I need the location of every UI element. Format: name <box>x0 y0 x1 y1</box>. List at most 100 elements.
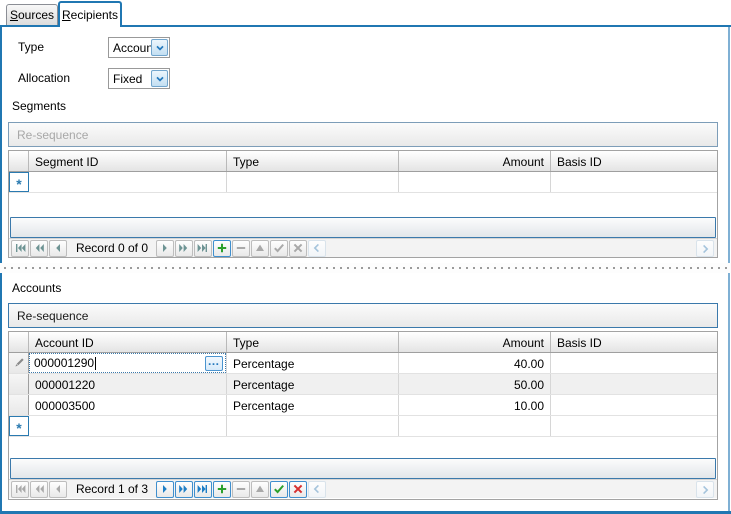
allocation-combobox[interactable]: Fixed <box>108 68 170 89</box>
account-id-editor-value: 000001290 <box>34 356 94 370</box>
accounts-new-row-basis-cell[interactable] <box>551 416 717 436</box>
segments-grid: Segment ID Type Amount Basis ID * Record… <box>8 150 718 258</box>
table-row[interactable]: 000003500 Percentage 10.00 <box>9 395 717 416</box>
type-cell[interactable]: Percentage <box>227 395 399 415</box>
scroll-left-button[interactable] <box>308 481 326 498</box>
accounts-resequence-label: Re-sequence <box>17 309 88 323</box>
row-selector[interactable] <box>9 395 29 415</box>
previous-page-button[interactable] <box>30 240 48 257</box>
ellipsis-lookup-button[interactable]: … <box>205 356 223 371</box>
tab-recipients-accel: R <box>62 8 71 22</box>
type-cell[interactable]: Percentage <box>227 353 399 373</box>
segments-resequence-button[interactable]: Re-sequence <box>8 122 718 147</box>
accounts-resequence-button[interactable]: Re-sequence <box>8 303 718 328</box>
accounts-header-amount[interactable]: Amount <box>399 332 551 352</box>
account-id-cell[interactable]: 000003500 <box>29 395 227 415</box>
scroll-right-button[interactable] <box>696 481 714 498</box>
next-page-button[interactable] <box>175 481 193 498</box>
segments-grid-header: Segment ID Type Amount Basis ID <box>9 151 717 172</box>
table-row[interactable]: 000001290 … Percentage 40.00 <box>9 353 717 374</box>
basis-id-cell[interactable] <box>551 353 717 373</box>
text-caret <box>95 357 96 370</box>
segments-new-row-segment-id-cell[interactable] <box>29 172 227 192</box>
append-record-button[interactable] <box>213 240 231 257</box>
accounts-new-row-account-id-cell[interactable] <box>29 416 227 436</box>
cancel-edit-button[interactable] <box>289 240 307 257</box>
splitter-grip-dots <box>4 267 727 269</box>
next-page-button[interactable] <box>175 240 193 257</box>
chevron-down-icon <box>154 42 166 54</box>
scroll-right-button[interactable] <box>696 240 714 257</box>
segments-header-segment-id[interactable]: Segment ID <box>29 151 227 171</box>
segments-grid-empty-area <box>9 193 717 216</box>
accounts-grid: Account ID Type Amount Basis ID 00000129… <box>8 331 718 500</box>
delete-record-button[interactable] <box>232 481 250 498</box>
type-combobox-dropdown-button[interactable] <box>151 39 168 56</box>
append-record-button[interactable] <box>213 481 231 498</box>
segments-new-row-indicator[interactable]: * <box>9 172 29 192</box>
segments-section-title: Segments <box>12 99 66 113</box>
cancel-edit-button[interactable] <box>289 481 307 498</box>
next-record-button[interactable] <box>156 481 174 498</box>
first-record-button[interactable] <box>11 240 29 257</box>
last-record-button[interactable] <box>194 481 212 498</box>
move-up-button[interactable] <box>251 240 269 257</box>
previous-record-button[interactable] <box>49 481 67 498</box>
allocation-label: Allocation <box>18 71 70 85</box>
account-id-editor[interactable]: 000001290 … <box>29 353 226 373</box>
previous-page-button[interactable] <box>30 481 48 498</box>
accounts-grid-empty-area <box>9 437 717 457</box>
end-edit-button[interactable] <box>270 240 288 257</box>
segments-horizontal-scrollbar[interactable] <box>10 217 716 238</box>
row-edit-indicator[interactable] <box>9 353 29 373</box>
type-combobox[interactable]: Account <box>108 37 170 58</box>
accounts-new-row-indicator[interactable]: * <box>9 416 29 436</box>
end-edit-button[interactable] <box>270 481 288 498</box>
tab-recipients[interactable]: Recipients <box>58 1 122 27</box>
delete-record-button[interactable] <box>232 240 250 257</box>
accounts-grid-header: Account ID Type Amount Basis ID <box>9 332 717 353</box>
next-record-button[interactable] <box>156 240 174 257</box>
amount-cell[interactable]: 40.00 <box>399 353 551 373</box>
segments-header-basis-id[interactable]: Basis ID <box>551 151 717 171</box>
horizontal-splitter[interactable] <box>0 263 731 273</box>
move-up-button[interactable] <box>251 481 269 498</box>
accounts-section-title: Accounts <box>12 281 61 295</box>
chevron-down-icon <box>154 73 166 85</box>
accounts-header-account-id[interactable]: Account ID <box>29 332 227 352</box>
pencil-icon <box>13 357 25 369</box>
type-cell[interactable]: Percentage <box>227 374 399 394</box>
table-row[interactable]: 000001220 Percentage 50.00 <box>9 374 717 395</box>
segments-resequence-label: Re-sequence <box>17 128 88 142</box>
row-selector[interactable] <box>9 374 29 394</box>
basis-id-cell[interactable] <box>551 374 717 394</box>
chevron-down-button[interactable] <box>151 70 168 87</box>
tab-sources-accel: S <box>10 8 18 22</box>
accounts-header-type[interactable]: Type <box>227 332 399 352</box>
type-combobox-value: Account <box>113 41 156 55</box>
accounts-new-row-type-cell[interactable] <box>227 416 399 436</box>
segments-new-row[interactable]: * <box>9 172 717 193</box>
first-record-button[interactable] <box>11 481 29 498</box>
accounts-record-navigator: Record 1 of 3 <box>9 479 717 498</box>
accounts-horizontal-scrollbar[interactable] <box>10 458 716 479</box>
accounts-header-selector <box>9 332 29 352</box>
last-record-button[interactable] <box>194 240 212 257</box>
amount-cell[interactable]: 10.00 <box>399 395 551 415</box>
segments-record-navigator: Record 0 of 0 <box>9 238 717 257</box>
basis-id-cell[interactable] <box>551 395 717 415</box>
segments-header-type[interactable]: Type <box>227 151 399 171</box>
scroll-left-button[interactable] <box>308 240 326 257</box>
segments-new-row-basis-cell[interactable] <box>551 172 717 192</box>
previous-record-button[interactable] <box>49 240 67 257</box>
segments-new-row-amount-cell[interactable] <box>399 172 551 192</box>
segments-new-row-type-cell[interactable] <box>227 172 399 192</box>
accounts-header-basis-id[interactable]: Basis ID <box>551 332 717 352</box>
accounts-new-row-amount-cell[interactable] <box>399 416 551 436</box>
account-id-edit-cell[interactable]: 000001290 … <box>29 353 227 373</box>
account-id-cell[interactable]: 000001220 <box>29 374 227 394</box>
tab-sources[interactable]: Sources <box>6 4 58 25</box>
amount-cell[interactable]: 50.00 <box>399 374 551 394</box>
accounts-new-row[interactable]: * <box>9 416 717 437</box>
segments-header-amount[interactable]: Amount <box>399 151 551 171</box>
